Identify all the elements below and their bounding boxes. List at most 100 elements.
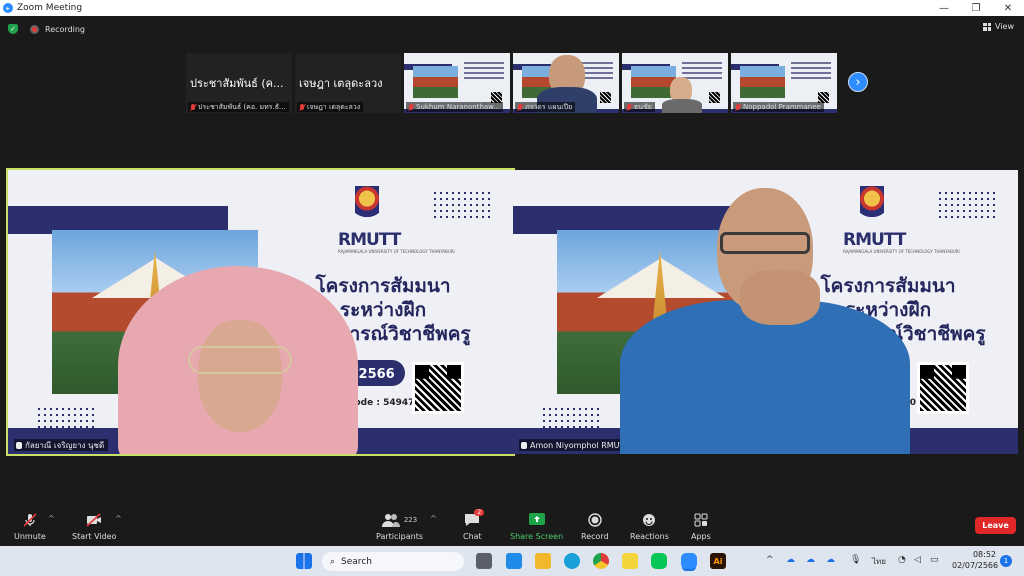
slide-passcode: 4710 <box>891 398 917 408</box>
participant-thumbnail[interactable]: ธนชัย <box>622 53 728 113</box>
view-label: View <box>995 22 1014 31</box>
recording-label: Recording <box>45 24 86 34</box>
apps-icon <box>694 512 708 528</box>
share-screen-icon <box>528 512 546 528</box>
chat-badge: 2 <box>474 509 485 516</box>
mic-icon <box>16 441 22 449</box>
unmute-label: Unmute <box>14 532 46 541</box>
taskbar-search[interactable]: ⌕ Search <box>322 552 464 571</box>
windows-taskbar: ⌕ Search Ai ^ ☁ ☁ ☁ 🎙 ไทย ◔ ◁ ▭ 08:52 02… <box>0 546 1024 576</box>
audio-options-chevron-icon[interactable]: ^ <box>48 514 55 523</box>
minimize-button[interactable]: — <box>928 0 960 16</box>
title-bar: ▸ Zoom Meeting — ❐ ✕ <box>0 0 1024 16</box>
apps-label: Apps <box>691 532 711 541</box>
leave-button[interactable]: Leave <box>975 517 1016 534</box>
clock-date: 02/07/2566 <box>952 561 999 570</box>
zoom-taskbar-icon[interactable] <box>681 553 697 569</box>
system-clock[interactable]: 08:52 02/07/2566 <box>952 549 999 571</box>
participant-shirt <box>662 99 702 113</box>
meeting-top-row: ✓ Recording View <box>0 18 1024 40</box>
slide-dot-pattern <box>937 190 997 222</box>
line-icon[interactable] <box>651 553 667 569</box>
wifi-icon[interactable]: ◔ <box>898 555 906 565</box>
university-emblem-icon <box>860 186 884 222</box>
smiley-icon <box>642 512 656 528</box>
slide-brand-sub: RAJAMANGALA UNIVERSITY OF TECHNOLOGY THA… <box>843 249 960 254</box>
microphone-tray-icon[interactable]: 🎙 <box>850 555 861 565</box>
video-tile-speaker[interactable]: RMUTT RAJAMANGALA UNIVERSITY OF TECHNOLO… <box>6 168 515 456</box>
participant-thumbnail[interactable]: เจษฎา เตลุดะลวง เจษฎา เตลุดะลวง <box>295 53 401 113</box>
chat-button[interactable]: 2 Chat <box>463 509 485 541</box>
participant-label: Sukhum Naranonthaw... <box>406 102 503 112</box>
reactions-label: Reactions <box>630 532 669 541</box>
file-explorer-icon[interactable] <box>535 553 551 569</box>
chrome-icon[interactable] <box>593 553 609 569</box>
battery-icon[interactable]: ▭ <box>930 555 939 565</box>
zoom-meeting-window: ▸ Zoom Meeting — ❐ ✕ ✓ Recording View ปร… <box>0 0 1024 576</box>
participant-thumbnail[interactable]: ประชาสัมพันธ์ (ค... ประชาสัมพันธ์ (คอ. ม… <box>186 53 292 113</box>
sticky-notes-icon[interactable] <box>622 553 638 569</box>
participants-button[interactable]: 223 Participants <box>376 512 423 541</box>
onedrive-icon[interactable]: ☁ <box>786 555 795 565</box>
view-button[interactable]: View <box>983 22 1014 31</box>
search-icon: ⌕ <box>330 556 336 567</box>
participants-label: Participants <box>376 532 423 541</box>
windows-start-icon[interactable] <box>296 553 312 569</box>
participants-options-chevron-icon[interactable]: ^ <box>430 514 437 523</box>
record-button[interactable]: Record <box>581 512 609 541</box>
video-participant-name: Amon Niyomphol RMUTT <box>530 440 630 450</box>
video-options-chevron-icon[interactable]: ^ <box>115 514 122 523</box>
slide-brand-sub: RAJAMANGALA UNIVERSITY OF TECHNOLOGY THA… <box>338 249 455 254</box>
language-indicator[interactable]: ไทย <box>872 555 886 568</box>
start-video-button[interactable]: Start Video <box>72 512 117 541</box>
slide-dot-pattern <box>432 190 492 222</box>
window-title: Zoom Meeting <box>17 3 83 13</box>
onedrive-icon[interactable]: ☁ <box>806 555 815 565</box>
mic-muted-icon <box>299 103 305 111</box>
participant-label: ธนชัย <box>624 102 655 112</box>
unmute-button[interactable]: Unmute <box>14 512 46 541</box>
onedrive-icon[interactable]: ☁ <box>826 555 835 565</box>
participant-name: ภราดร แผนเปีย <box>525 102 573 111</box>
edge-icon[interactable] <box>564 553 580 569</box>
participant-thumbnail[interactable]: ภราดร แผนเปีย <box>513 53 619 113</box>
task-view-icon[interactable] <box>476 553 492 569</box>
tray-chevron-up-icon[interactable]: ^ <box>766 555 774 565</box>
share-screen-button[interactable]: Share Screen <box>510 512 563 541</box>
slide-photo <box>557 230 763 394</box>
qr-code-icon <box>917 362 969 414</box>
slide-heading-1: โครงการสัมมนา <box>315 275 451 297</box>
grid-view-icon <box>983 22 992 31</box>
apps-button[interactable]: Apps <box>691 512 711 541</box>
next-page-button[interactable]: › <box>848 72 868 92</box>
chevron-right-icon: › <box>855 74 861 90</box>
mic-muted-icon <box>22 512 38 528</box>
meeting-toolbar: Unmute ^ Start Video ^ 223 Participants … <box>0 506 1024 546</box>
maximize-button[interactable]: ❐ <box>960 0 992 16</box>
illustrator-icon[interactable]: Ai <box>710 553 726 569</box>
participant-name: เจษฎา เตลุดะลวง <box>307 102 361 111</box>
slide-date: 566 <box>863 360 907 386</box>
participant-label: ภราดร แผนเปีย <box>515 102 576 112</box>
video-tile-speaker[interactable]: RMUTT RAJAMANGALA UNIVERSITY OF TECHNOLO… <box>513 170 1018 454</box>
participant-display-name: เจษฎา เตลุดะลวง <box>299 77 383 90</box>
participant-display-name: ประชาสัมพันธ์ (ค... <box>190 77 284 90</box>
speaker-icon[interactable]: ◁ <box>914 555 921 565</box>
app-l-icon[interactable] <box>506 553 522 569</box>
encryption-shield-icon[interactable]: ✓ <box>8 24 18 34</box>
participant-thumbnail[interactable]: Sukhum Naranonthaw... <box>404 53 510 113</box>
reactions-button[interactable]: Reactions <box>630 512 669 541</box>
chat-label: Chat <box>463 532 482 541</box>
video-name-label: กัลยาณี เจริญยาง นุชดี <box>14 439 109 451</box>
recording-icon <box>30 24 39 34</box>
notification-badge[interactable]: 1 <box>1000 555 1012 567</box>
participant-thumbnail[interactable]: Noppadol Prammanee <box>731 53 837 113</box>
close-button[interactable]: ✕ <box>992 0 1024 16</box>
video-off-icon <box>85 512 103 528</box>
mic-muted-icon <box>517 103 523 111</box>
participants-icon: 223 <box>381 512 417 528</box>
record-icon <box>588 512 602 528</box>
share-screen-label: Share Screen <box>510 532 564 541</box>
participant-label: ประชาสัมพันธ์ (คอ. มทร.ธั... <box>188 102 289 112</box>
participant-name: Noppadol Prammanee <box>743 103 821 111</box>
